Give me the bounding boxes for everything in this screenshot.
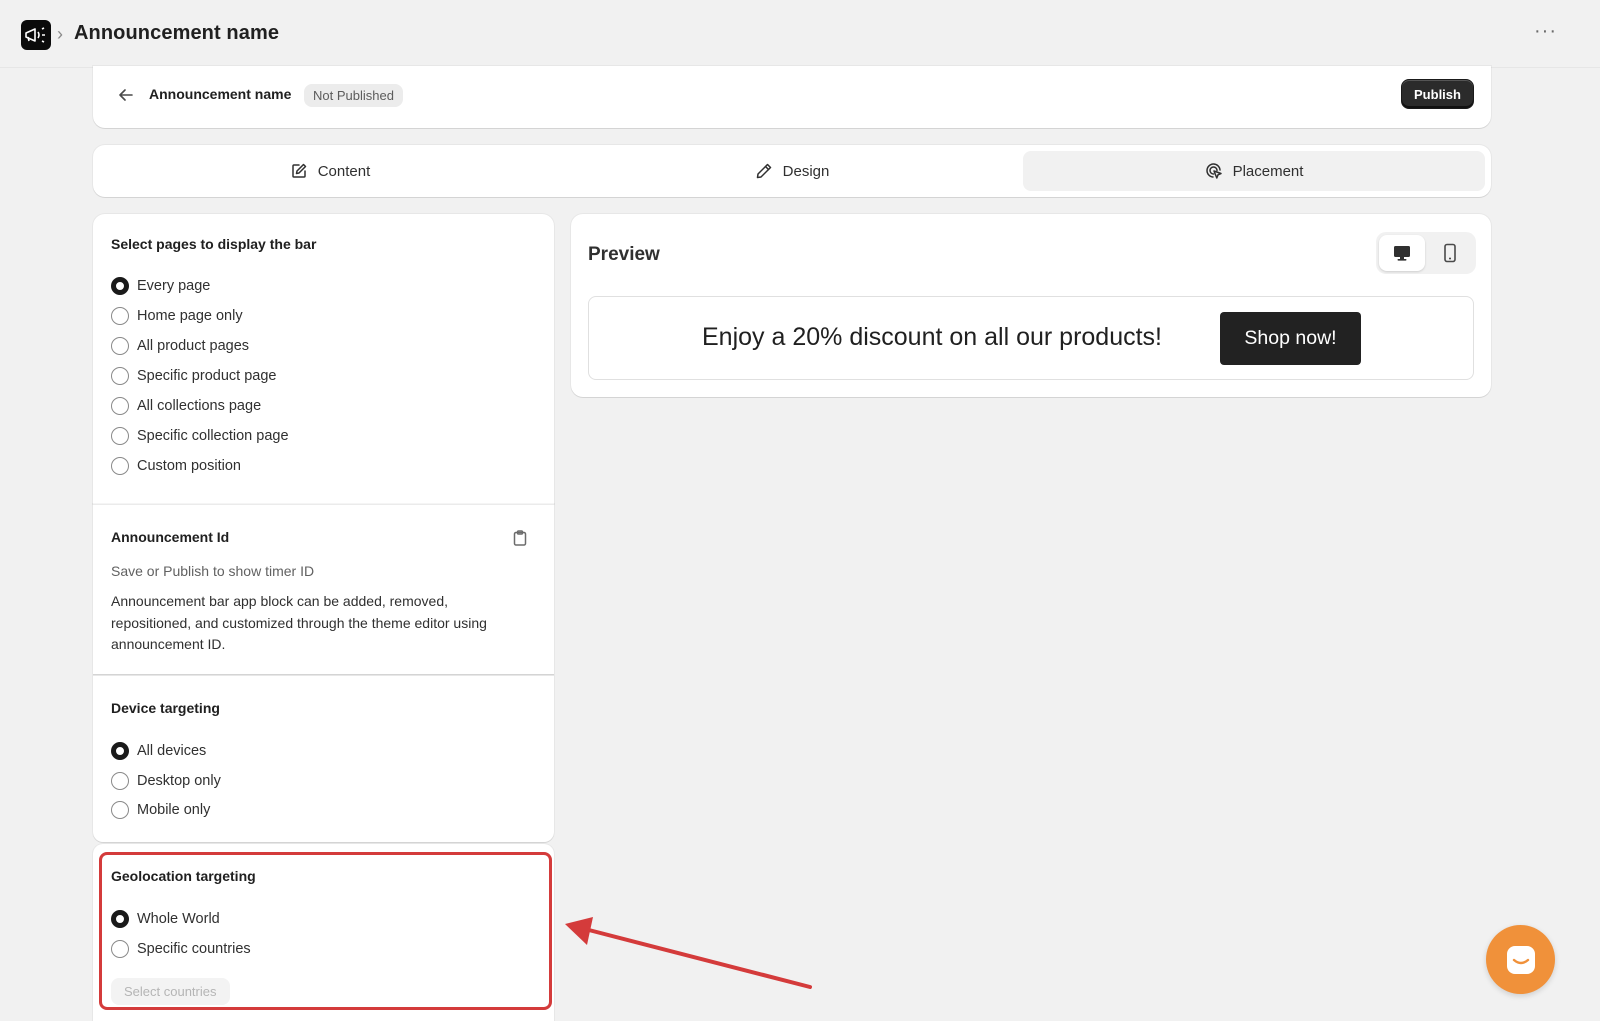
- tab-bar: Content Design Placement: [93, 145, 1491, 197]
- device-toggle: [1376, 232, 1476, 274]
- publish-button[interactable]: Publish: [1401, 79, 1474, 109]
- radio-button[interactable]: [111, 367, 129, 385]
- select-countries-button: Select countries: [111, 978, 230, 1005]
- announcement-header: Announcement name Not Published Publish: [93, 66, 1491, 128]
- top-bar: › Announcement name ···: [0, 0, 1600, 68]
- tab-content[interactable]: Content: [99, 151, 561, 191]
- radio-label: Home page only: [137, 308, 243, 324]
- radio-label: Custom position: [137, 458, 241, 474]
- device-targeting-section: Device targeting All devices Desktop onl…: [93, 676, 554, 842]
- radio-label: All devices: [137, 743, 207, 759]
- radio-label: Specific countries: [137, 941, 251, 957]
- mobile-view-button[interactable]: [1427, 235, 1473, 271]
- radio-specific-countries[interactable]: Specific countries: [111, 940, 251, 958]
- announcement-id-section: Announcement Id Save or Publish to show …: [93, 504, 554, 674]
- radio-specific-product-page[interactable]: Specific product page: [111, 367, 276, 385]
- pencil-icon: [756, 163, 771, 179]
- tab-label: Design: [782, 162, 830, 180]
- radio-button[interactable]: [111, 277, 129, 295]
- chat-support-button[interactable]: [1486, 925, 1555, 994]
- radio-button[interactable]: [111, 457, 129, 475]
- radio-all-devices[interactable]: All devices: [111, 742, 206, 760]
- id-hint: Save or Publish to show timer ID: [111, 563, 315, 579]
- announcement-bar-preview: Enjoy a 20% discount on all our products…: [588, 296, 1474, 380]
- radio-home-page[interactable]: Home page only: [111, 307, 243, 325]
- shop-now-button[interactable]: Shop now!: [1220, 312, 1361, 365]
- section-title: Device targeting: [111, 700, 220, 716]
- page-title: Announcement name: [74, 22, 280, 44]
- radio-label: Mobile only: [137, 802, 211, 818]
- radio-button[interactable]: [111, 337, 129, 355]
- clipboard-icon[interactable]: [511, 529, 529, 547]
- radio-button[interactable]: [111, 940, 129, 958]
- tab-design[interactable]: Design: [561, 151, 1023, 191]
- radio-button[interactable]: [111, 427, 129, 445]
- edit-icon: [291, 163, 306, 178]
- radio-label: Every page: [137, 278, 211, 294]
- preview-panel: Preview Enjoy a 20% discount on all our …: [571, 214, 1491, 397]
- radio-button[interactable]: [111, 772, 129, 790]
- preview-title: Preview: [588, 244, 660, 265]
- radio-custom-position[interactable]: Custom position: [111, 457, 241, 475]
- radio-all-collections-page[interactable]: All collections page: [111, 397, 261, 415]
- radio-button[interactable]: [111, 307, 129, 325]
- tab-placement[interactable]: Placement: [1023, 151, 1485, 191]
- section-title: Select pages to display the bar: [111, 236, 317, 252]
- radio-label: All product pages: [137, 338, 250, 354]
- radio-label: Specific product page: [137, 368, 277, 384]
- tab-label: Placement: [1232, 162, 1304, 180]
- radio-every-page[interactable]: Every page: [111, 277, 210, 295]
- chat-icon: [1506, 945, 1535, 974]
- mobile-icon: [1444, 243, 1456, 263]
- id-description: Announcement bar app block can be added,…: [111, 593, 487, 652]
- radio-whole-world[interactable]: Whole World: [111, 910, 220, 928]
- megaphone-icon[interactable]: [21, 20, 51, 50]
- announcement-name: Announcement name: [149, 86, 292, 102]
- radio-button[interactable]: [111, 397, 129, 415]
- more-options-icon[interactable]: ···: [1534, 20, 1557, 43]
- pages-section: Select pages to display the bar Every pa…: [93, 214, 554, 504]
- desktop-icon: [1394, 246, 1410, 261]
- radio-button[interactable]: [111, 742, 129, 760]
- status-badge: Not Published: [304, 84, 403, 107]
- section-title: Announcement Id: [111, 529, 230, 545]
- announcement-text: Enjoy a 20% discount on all our products…: [702, 323, 1162, 351]
- tab-label: Content: [317, 162, 371, 180]
- radio-specific-collection-page[interactable]: Specific collection page: [111, 427, 289, 445]
- back-arrow-icon[interactable]: [115, 84, 137, 106]
- radio-button[interactable]: [111, 801, 129, 819]
- annotation-arrow: [565, 917, 812, 989]
- radio-mobile-only[interactable]: Mobile only: [111, 801, 210, 819]
- chevron-right-icon: ›: [57, 24, 63, 44]
- cursor-click-icon: [1205, 163, 1222, 179]
- radio-label: Specific collection page: [137, 428, 289, 444]
- radio-label: Desktop only: [137, 773, 221, 789]
- section-title: Geolocation targeting: [111, 868, 256, 884]
- radio-label: Whole World: [137, 911, 220, 927]
- radio-all-product-pages[interactable]: All product pages: [111, 337, 249, 355]
- radio-desktop-only[interactable]: Desktop only: [111, 772, 221, 790]
- radio-button[interactable]: [111, 910, 129, 928]
- radio-label: All collections page: [137, 398, 262, 414]
- desktop-view-button[interactable]: [1379, 235, 1425, 271]
